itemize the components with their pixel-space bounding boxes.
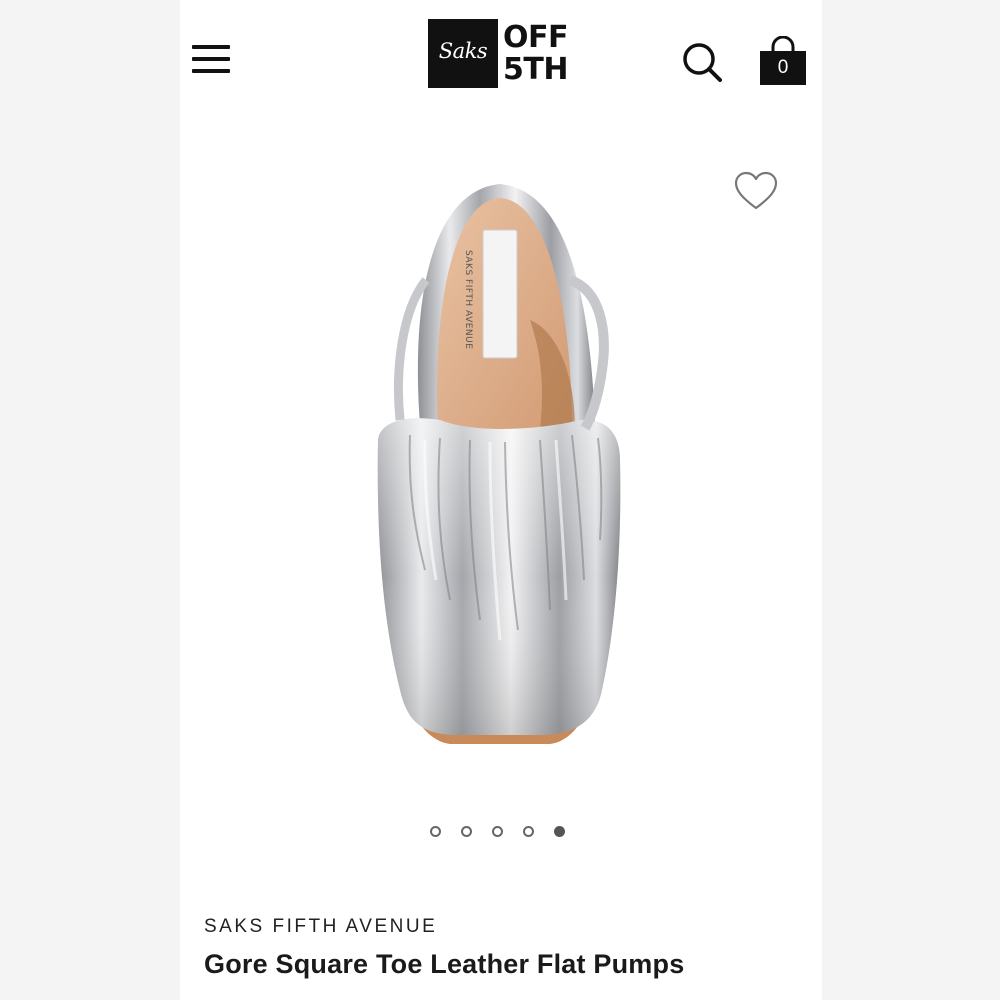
product-image[interactable]: SAKS FIFTH AVENUE	[340, 170, 660, 770]
image-carousel-dots	[430, 826, 572, 842]
saks-off-5th-logo[interactable]: Saks OFF 5TH	[428, 19, 574, 89]
wishlist-button[interactable]	[733, 170, 779, 212]
logo-mark: Saks	[428, 19, 498, 88]
carousel-dot[interactable]	[554, 826, 565, 837]
heart-icon	[734, 171, 778, 210]
page: Saks OFF 5TH 0 SAKS FIFTH AVENUE SAKS FI…	[0, 0, 1000, 1000]
menu-button[interactable]	[192, 42, 232, 78]
search-button[interactable]	[680, 40, 724, 84]
bag-count-badge: 0	[777, 57, 789, 78]
carousel-dot[interactable]	[523, 826, 534, 837]
logo-5th-text: 5TH	[503, 52, 568, 87]
shoe-illustration: SAKS FIFTH AVENUE	[377, 184, 621, 744]
mobile-viewport: Saks OFF 5TH 0 SAKS FIFTH AVENUE SAKS FI…	[180, 0, 822, 1000]
left-margin	[0, 0, 180, 1000]
search-icon	[683, 43, 722, 82]
carousel-dot[interactable]	[461, 826, 472, 837]
carousel-dot[interactable]	[492, 826, 503, 837]
logo-off-text: OFF	[503, 20, 569, 55]
shopping-bag-button[interactable]: 0	[758, 35, 808, 88]
carousel-dot[interactable]	[430, 826, 441, 837]
right-margin	[822, 0, 1000, 1000]
product-title: Gore Square Toe Leather Flat Pumps	[204, 949, 685, 979]
insole-label: SAKS FIFTH AVENUE	[463, 250, 473, 349]
logo-script-text: Saks	[438, 39, 488, 63]
product-brand[interactable]: SAKS FIFTH AVENUE	[204, 916, 437, 938]
site-header: Saks OFF 5TH 0	[180, 0, 822, 120]
